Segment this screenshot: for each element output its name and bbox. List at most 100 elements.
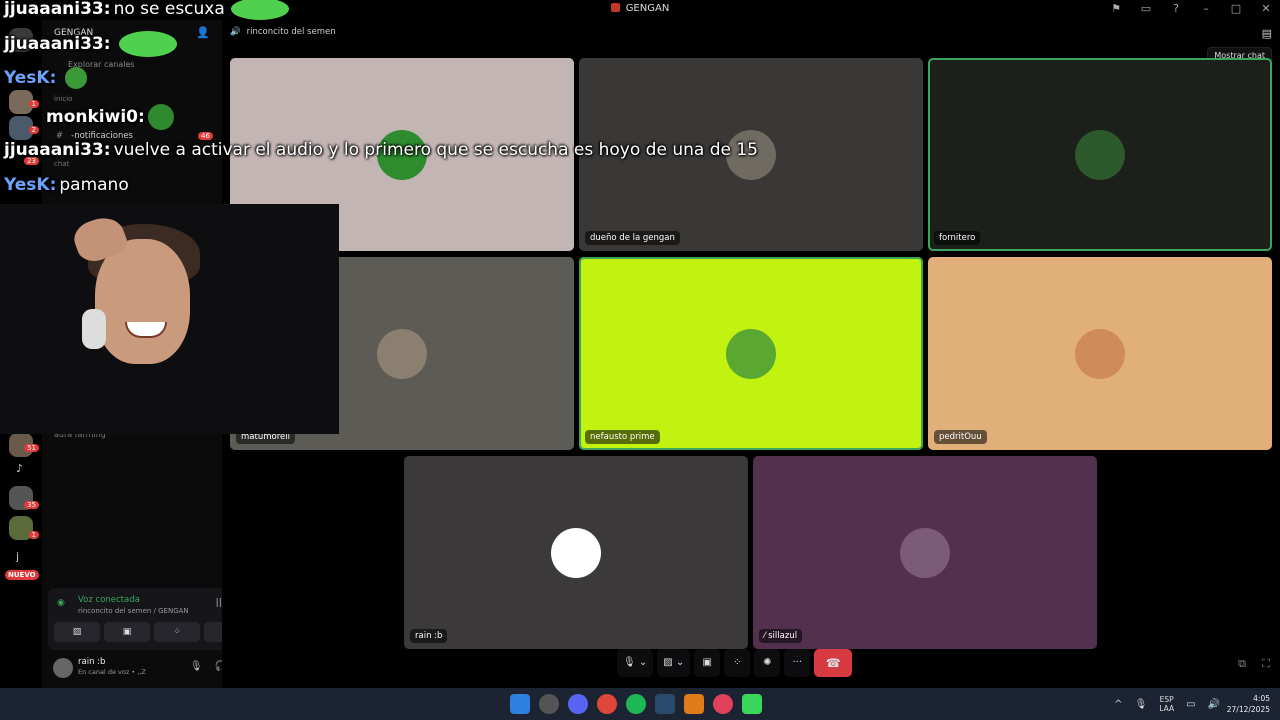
chat-username: jjuaaani33:: [4, 140, 111, 160]
chat-username: jjuaaani33:: [4, 34, 111, 54]
participant-tile[interactable]: ⁄ sillazul: [753, 456, 1097, 649]
steam-icon[interactable]: [655, 694, 675, 714]
avatar: [726, 328, 776, 379]
soundboard-button[interactable]: ✺: [754, 649, 781, 677]
taskbar-apps: [510, 694, 762, 714]
channel-name: rinconcito del semen: [246, 27, 336, 37]
call-controls: 🎙 ⌄ ▨ ⌄ ▣ ⁘ ✺ ··· ☎: [617, 649, 853, 677]
server-badge: 2: [28, 126, 39, 134]
activities-button[interactable]: ⁘: [154, 622, 200, 642]
chat-username: jjuaaani33:: [4, 0, 111, 19]
category-inicio[interactable]: inicio: [54, 95, 72, 103]
mention-badge: 46: [198, 132, 213, 140]
language-indicator[interactable]: ESP LAA: [1159, 695, 1174, 713]
app-icon[interactable]: [713, 694, 733, 714]
server-letter[interactable]: j: [16, 550, 19, 563]
channel-header: 🔊 rinconcito del semen: [230, 27, 336, 37]
avatar: [1075, 328, 1125, 379]
participant-tile[interactable]: rain :b: [404, 456, 748, 649]
avatar: [1075, 129, 1125, 180]
date: 27/12/2025: [1226, 705, 1270, 714]
flag-icon[interactable]: ⚑: [1108, 2, 1124, 15]
participant-name: pedritOuu: [934, 430, 987, 444]
lang-layout: LAA: [1159, 704, 1175, 713]
music-note-icon[interactable]: ♪: [16, 462, 23, 475]
close-button[interactable]: ✕: [1258, 2, 1274, 15]
popout-icon[interactable]: ⧉: [1238, 657, 1246, 671]
emote-icon: [230, 0, 289, 20]
chat-text: no se escuxa: [113, 0, 225, 19]
discord-icon[interactable]: [568, 694, 588, 714]
microphone-toggle-button[interactable]: 🎙 ⌄: [617, 649, 654, 677]
windows-start-icon[interactable]: [510, 694, 530, 714]
voice-location[interactable]: rinconcito del semen / GENGAN: [78, 607, 189, 615]
chat-bubble-icon[interactable]: ▤: [1262, 27, 1272, 40]
participant-tile[interactable]: pedritOuu: [928, 257, 1272, 450]
hang-up-button[interactable]: ☎: [814, 649, 853, 677]
activities-button[interactable]: ⁘: [724, 649, 751, 677]
chevron-up-icon[interactable]: ^: [1114, 699, 1122, 710]
voice-status: Voz conectada: [78, 595, 140, 605]
voice-action-row: ▨ ▣ ⁘ ✺: [54, 622, 250, 642]
microphone-icon[interactable]: 🎙: [190, 661, 203, 672]
chat-text: vuelve a activar el audio y lo primero q…: [113, 140, 758, 160]
user-status: En canal de voz • ,,Z: [78, 668, 146, 676]
participant-name: dueño de la gengan: [585, 231, 680, 245]
chat-message: monkiwi0:: [46, 104, 174, 130]
participant-tile[interactable]: fornitero: [928, 58, 1272, 251]
avatar: [900, 527, 950, 578]
avatar[interactable]: [53, 658, 73, 678]
webcam-face: [95, 239, 190, 364]
invite-icon[interactable]: 👤: [196, 26, 210, 39]
webcam-overlay: [0, 204, 339, 434]
signal-icon[interactable]: ◉: [57, 598, 65, 608]
server-logo-icon: [610, 3, 620, 12]
chrome-icon[interactable]: [597, 694, 617, 714]
more-options-button[interactable]: ···: [784, 649, 811, 677]
app-icon[interactable]: [684, 694, 704, 714]
chat-username: monkiwi0:: [46, 107, 145, 127]
server-badge: 51: [24, 444, 39, 452]
microphone-icon[interactable]: 🎙: [1135, 699, 1148, 710]
kick-icon[interactable]: [742, 694, 762, 714]
participant-name: fornitero: [934, 231, 981, 245]
window-title-text: GENGAN: [625, 3, 670, 14]
avatar: [377, 328, 427, 379]
participant-name: ⁄ sillazul: [759, 629, 803, 643]
server-badge: 1: [28, 531, 39, 539]
screen-share-button[interactable]: ▣: [694, 649, 721, 677]
chat-text: pamano: [59, 175, 129, 195]
participant-name: rain :b: [410, 629, 448, 643]
lang-code: ESP: [1159, 695, 1174, 704]
clock[interactable]: 4:05 27/12/2025: [1227, 693, 1270, 715]
chat-message: jjuaaani33: no se escuxa: [4, 0, 289, 20]
chat-message: YesK:: [4, 67, 88, 89]
category-chat[interactable]: chat: [54, 160, 69, 168]
headphones-shape: [82, 309, 106, 349]
chat-username: YesK:: [4, 68, 57, 88]
new-badge: NUEVO: [5, 570, 39, 580]
participant-tile[interactable]: nefausto prime: [579, 257, 923, 450]
spotify-icon[interactable]: [626, 694, 646, 714]
speaker-icon: 🔊: [230, 27, 241, 37]
server-badge: 1: [28, 100, 39, 108]
volume-icon[interactable]: 🔊: [1208, 699, 1220, 710]
chat-message: jjuaaani33: vuelve a activar el audio y l…: [4, 140, 758, 160]
app-icon[interactable]: [539, 694, 559, 714]
window-controls: ⚑ ▭ ? – □ ✕: [1108, 2, 1274, 15]
help-icon[interactable]: ?: [1168, 2, 1184, 15]
camera-toggle-button[interactable]: ▨ ⌄: [657, 649, 691, 677]
emote-icon: [147, 104, 174, 130]
chat-message: YesK: pamano: [4, 175, 129, 195]
screen-share-button[interactable]: ▣: [104, 622, 150, 642]
taskbar: ^ 🎙 ESP LAA ▭ 🔊 4:05 27/12/2025: [0, 688, 1280, 720]
maximize-button[interactable]: □: [1228, 2, 1244, 15]
camera-off-button[interactable]: ▨: [54, 622, 100, 642]
fullscreen-icon[interactable]: ⛶: [1262, 657, 1270, 671]
network-icon[interactable]: ▭: [1186, 699, 1195, 710]
username[interactable]: rain :b: [78, 657, 105, 667]
emote-icon: [65, 67, 88, 89]
minimize-button[interactable]: –: [1198, 2, 1214, 15]
chat-message: jjuaaani33:: [4, 31, 178, 57]
inbox-icon[interactable]: ▭: [1138, 2, 1154, 15]
